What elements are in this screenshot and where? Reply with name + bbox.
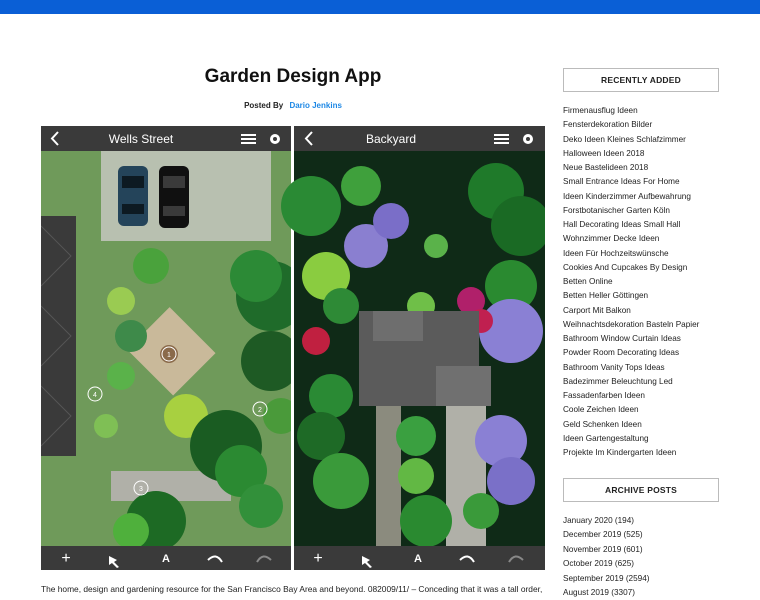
recent-item[interactable]: Fensterdekoration Bilder [563, 118, 719, 132]
recent-item[interactable]: Hall Decorating Ideas Small Hall [563, 218, 719, 232]
top-bar [0, 0, 760, 14]
recent-item[interactable]: Wohnzimmer Decke Ideen [563, 232, 719, 246]
post-image: Wells Street 1 4 2 3 + A Backyard + A [41, 126, 545, 570]
recent-item[interactable]: Powder Room Decorating Ideas [563, 346, 719, 360]
recent-item[interactable]: Cookies And Cupcakes By Design [563, 261, 719, 275]
recent-item[interactable]: Small Entrance Ideas For Home [563, 175, 719, 189]
svg-text:2: 2 [258, 407, 262, 414]
recent-item[interactable]: Geld Schenken Ideen [563, 418, 719, 432]
archive-item[interactable]: November 2019 (601) [563, 543, 649, 557]
post-byline: Posted By Dario Jenkins [41, 101, 545, 110]
recent-item[interactable]: Bathroom Window Curtain Ideas [563, 332, 719, 346]
path-right [376, 406, 401, 546]
recent-item[interactable]: Projekte Im Kindergarten Ideen [563, 446, 719, 460]
recent-item[interactable]: Ideen Kinderzimmer Aufbewahrung [563, 190, 719, 204]
post-title: Garden Design App [204, 66, 382, 87]
svg-text:4: 4 [93, 392, 97, 399]
recent-item[interactable]: Weihnachtsdekoration Basteln Papier [563, 318, 719, 332]
right-app-panel: Backyard + A [281, 126, 545, 570]
car-black [159, 166, 189, 228]
text-tool-icon[interactable]: A [162, 553, 170, 565]
recent-item[interactable]: Firmenausflug Ideen [563, 104, 719, 118]
recent-item[interactable]: Badezimmer Beleuchtung Led [563, 375, 719, 389]
recent-item[interactable]: Betten Heller Göttingen [563, 289, 719, 303]
car-blue [118, 166, 148, 226]
recent-item[interactable]: Ideen Für Hochzeitswünsche [563, 247, 719, 261]
add-icon[interactable]: + [313, 550, 322, 567]
recent-item[interactable]: Deko Ideen Kleines Schlafzimmer [563, 133, 719, 147]
recent-item[interactable]: Betten Online [563, 275, 719, 289]
archive-list: January 2020 (194) December 2019 (525) N… [563, 514, 649, 600]
sidebar: RECENTLY ADDED Firmenausflug Ideen Fenst… [563, 68, 719, 460]
right-panel-title: Backyard [366, 132, 416, 146]
menu-icon[interactable] [241, 134, 256, 144]
recent-item[interactable]: Bathroom Vanity Tops Ideas [563, 361, 719, 375]
archive-item[interactable]: September 2019 (2594) [563, 572, 649, 586]
recent-item[interactable]: Halloween Ideen 2018 [563, 147, 719, 161]
recent-item[interactable]: Fassadenfarben Ideen [563, 389, 719, 403]
archive-item[interactable]: October 2019 (625) [563, 557, 649, 571]
archive-item[interactable]: August 2019 (3307) [563, 586, 649, 600]
recently-added-title: RECENTLY ADDED [563, 68, 719, 92]
gear-icon[interactable] [523, 134, 533, 144]
menu-icon[interactable] [494, 134, 509, 144]
left-panel-title: Wells Street [109, 132, 174, 146]
recent-item[interactable]: Carport Mit Balkon [563, 304, 719, 318]
archive-posts-title: ARCHIVE POSTS [563, 478, 719, 502]
author-link[interactable]: Dario Jenkins [289, 101, 341, 110]
archive-item[interactable]: December 2019 (525) [563, 528, 649, 542]
archive-item[interactable]: January 2020 (194) [563, 514, 649, 528]
svg-text:1: 1 [167, 352, 171, 359]
recently-added-list: Firmenausflug Ideen Fensterdekoration Bi… [563, 104, 719, 460]
recent-item[interactable]: Neue Bastelideen 2018 [563, 161, 719, 175]
recent-item[interactable]: Coole Zeichen Ideen [563, 403, 719, 417]
left-app-panel: Wells Street 1 4 2 3 + A [41, 126, 306, 570]
posted-by-label: Posted By [244, 101, 284, 110]
post-excerpt: The home, design and gardening resource … [41, 584, 543, 594]
recent-item[interactable]: Forstbotanischer Garten Köln [563, 204, 719, 218]
add-icon[interactable]: + [61, 550, 70, 567]
garden-app-screenshots: Wells Street 1 4 2 3 + A Backyard + A [41, 126, 545, 570]
gear-icon[interactable] [270, 134, 280, 144]
recent-item[interactable]: Ideen Gartengestaltung [563, 432, 719, 446]
text-tool-icon[interactable]: A [414, 553, 422, 565]
svg-text:3: 3 [139, 486, 143, 493]
